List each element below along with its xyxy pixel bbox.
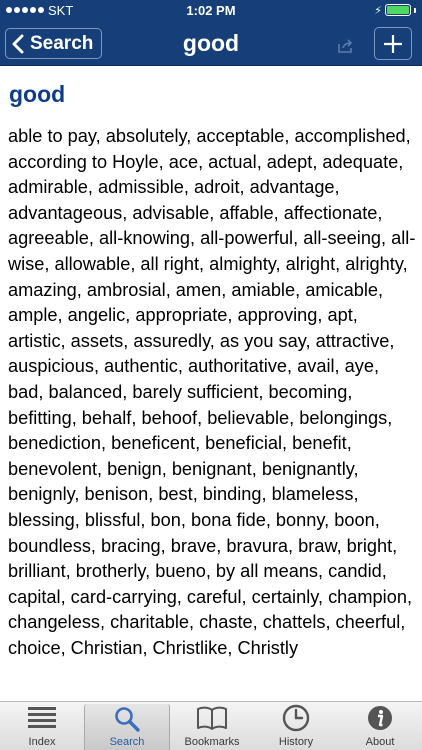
tab-bar: Index Search Bookmarks History About: [0, 701, 422, 750]
tab-bookmarks-label: Bookmarks: [184, 736, 240, 748]
battery-indicator: ⚡: [374, 4, 416, 17]
tab-about[interactable]: About: [338, 702, 422, 750]
tab-search[interactable]: Search: [84, 704, 170, 750]
carrier-name: SKT: [48, 2, 74, 18]
tab-search-label: Search: [109, 736, 145, 748]
tab-about-label: About: [365, 736, 395, 748]
tab-index-label: Index: [28, 736, 56, 748]
tab-index[interactable]: Index: [0, 702, 84, 750]
carrier-signal: SKT: [6, 3, 73, 18]
battery-icon: [385, 4, 411, 16]
entry-synonyms: able to pay, absolutely, acceptable, acc…: [8, 126, 416, 658]
back-button[interactable]: Search: [5, 28, 103, 59]
chevron-left-icon: [12, 34, 24, 53]
back-button-label: Search: [30, 32, 94, 54]
info-icon: [365, 703, 395, 733]
add-bookmark-button[interactable]: [374, 27, 412, 60]
entry-headword: good: [9, 81, 66, 107]
navigation-bar: Search good: [0, 20, 422, 66]
share-icon[interactable]: [338, 39, 354, 53]
clock-icon: [281, 703, 311, 733]
plus-icon: [384, 34, 402, 53]
tab-history[interactable]: History: [254, 702, 338, 750]
list-icon: [27, 703, 57, 733]
signal-strength-icon: [6, 7, 44, 13]
charging-bolt-icon: ⚡: [374, 4, 382, 17]
tab-history-label: History: [278, 736, 314, 748]
book-icon: [197, 703, 227, 733]
entry-content[interactable]: good able to pay, absolutely, acceptable…: [0, 66, 422, 701]
status-bar: SKT 1:02 PM ⚡: [0, 0, 422, 20]
tab-bookmarks[interactable]: Bookmarks: [170, 702, 254, 750]
magnifier-icon: [112, 704, 142, 733]
